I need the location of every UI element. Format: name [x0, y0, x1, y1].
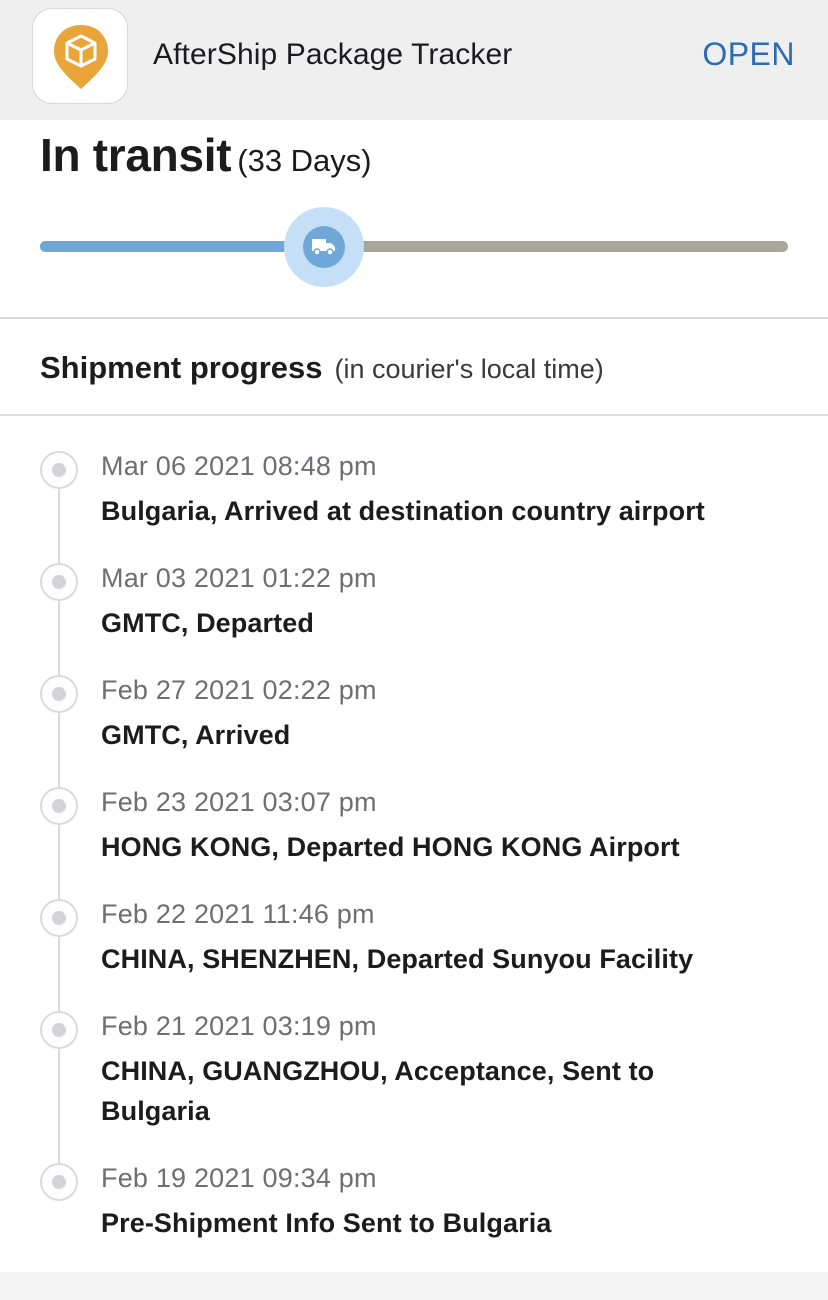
timeline-dot-icon — [40, 1011, 78, 1049]
event-time: Mar 03 2021 01:22 pm — [101, 563, 377, 593]
progress-indicator-inner — [303, 226, 346, 268]
event-description: CHINA, SHENZHEN, Departed Sunyou Facilit… — [101, 944, 694, 974]
open-button[interactable]: OPEN — [702, 36, 795, 73]
event-time: Feb 23 2021 03:07 pm — [101, 787, 377, 817]
app-name: AfterShip Package Tracker — [153, 38, 513, 71]
package-location-pin-icon — [54, 25, 108, 89]
event-time: Feb 19 2021 09:34 pm — [101, 1163, 377, 1193]
event-time: Feb 22 2021 11:46 pm — [101, 899, 375, 929]
divider — [0, 414, 828, 416]
progress-fill — [40, 241, 325, 252]
event-description: Bulgaria, Arrived at destination country… — [101, 496, 705, 526]
footer-band — [0, 1272, 828, 1300]
section-title: Shipment progress — [40, 350, 323, 385]
timeline-dot-icon — [40, 675, 78, 713]
event-description: Pre-Shipment Info Sent to Bulgaria — [101, 1208, 552, 1238]
app-icon[interactable] — [32, 8, 128, 104]
status-label: In transit — [40, 129, 232, 181]
event-time: Feb 21 2021 03:19 pm — [101, 1011, 377, 1041]
event-time: Feb 27 2021 02:22 pm — [101, 675, 377, 705]
progress-track — [40, 241, 788, 252]
section-header: Shipment progress (in courier's local tim… — [40, 350, 604, 386]
event-description: GMTC, Departed — [101, 608, 314, 638]
timeline-dot-icon — [40, 899, 78, 937]
event-description: GMTC, Arrived — [101, 720, 291, 750]
event-description: HONG KONG, Departed HONG KONG Airport — [101, 832, 680, 862]
divider — [0, 317, 828, 319]
event-time: Mar 06 2021 08:48 pm — [101, 451, 377, 481]
status-title: In transit (33 Days) — [40, 128, 372, 182]
event-description: CHINA, GUANGZHOU, Acceptance, Sent to Bu… — [101, 1056, 655, 1126]
status-days: (33 Days) — [237, 143, 372, 178]
progress-indicator — [284, 207, 365, 287]
section-subtitle: (in courier's local time) — [334, 354, 604, 384]
timeline-dot-icon — [40, 451, 78, 489]
timeline-dot-icon — [40, 563, 78, 601]
truck-icon — [312, 239, 336, 256]
timeline-dot-icon — [40, 787, 78, 825]
timeline-dot-icon — [40, 1163, 78, 1201]
app-banner: AfterShip Package Tracker OPEN — [0, 0, 828, 120]
